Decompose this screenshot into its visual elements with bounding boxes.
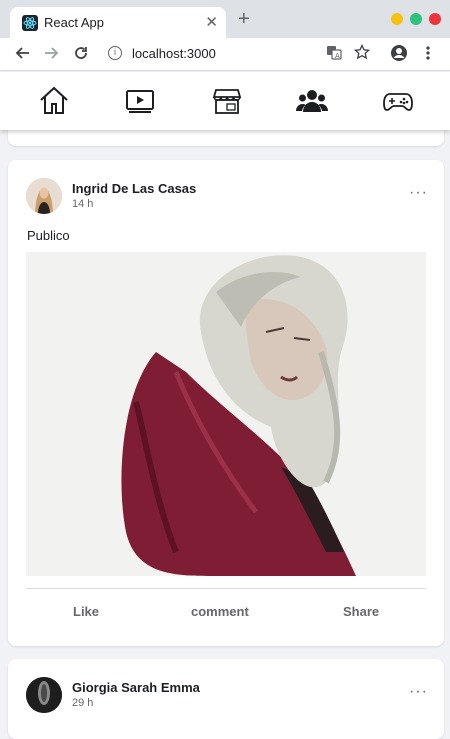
post-card: Ingrid De Las Casas 14 h ··· Publico Lik… xyxy=(8,160,444,646)
post-timestamp[interactable]: 14 h xyxy=(72,198,93,210)
reload-icon[interactable] xyxy=(72,44,90,68)
previous-post-card-bottom xyxy=(8,130,444,146)
app-top-nav xyxy=(0,72,450,130)
browser-menu-icon[interactable] xyxy=(424,44,432,68)
gaming-controller-icon xyxy=(383,93,413,111)
bookmark-star-icon[interactable] xyxy=(353,43,371,66)
site-info-icon[interactable]: i xyxy=(108,46,122,60)
post-author-name[interactable]: Giorgia Sarah Emma xyxy=(72,680,200,695)
forward-arrow-icon[interactable] xyxy=(42,44,60,68)
post-divider xyxy=(26,588,426,589)
browser-toolbar: i localhost:3000 A xyxy=(0,38,450,71)
avatar[interactable] xyxy=(26,178,62,214)
post-photo[interactable] xyxy=(26,252,426,576)
post-text: Publico xyxy=(27,228,70,243)
window-maximize-button[interactable] xyxy=(410,13,422,25)
share-button[interactable]: Share xyxy=(343,604,379,619)
nav-home[interactable] xyxy=(38,85,70,117)
translate-icon[interactable]: A xyxy=(326,44,342,66)
svg-text:A: A xyxy=(335,52,340,60)
address-bar[interactable]: localhost:3000 xyxy=(132,46,216,61)
watch-video-icon xyxy=(126,90,154,113)
react-favicon-icon xyxy=(22,15,38,31)
profile-avatar-icon[interactable] xyxy=(390,44,408,68)
window-close-button[interactable] xyxy=(429,13,441,25)
back-arrow-icon[interactable] xyxy=(14,44,32,68)
home-icon xyxy=(40,86,68,114)
comment-button[interactable]: comment xyxy=(191,604,249,619)
browser-tab-bar: React App ✕ + xyxy=(0,0,450,38)
nav-groups[interactable] xyxy=(296,85,328,117)
groups-people-icon xyxy=(296,90,328,112)
post-timestamp[interactable]: 29 h xyxy=(72,697,93,709)
browser-tab[interactable]: React App ✕ xyxy=(10,7,226,38)
tab-close-icon[interactable]: ✕ xyxy=(205,13,218,31)
post-more-options-icon[interactable]: ··· xyxy=(409,683,428,701)
like-button[interactable]: Like xyxy=(73,604,99,619)
avatar[interactable] xyxy=(26,677,62,713)
nav-marketplace[interactable] xyxy=(211,85,243,117)
marketplace-store-icon xyxy=(212,89,242,114)
post-card: Giorgia Sarah Emma 29 h ··· xyxy=(8,659,444,739)
tab-title: React App xyxy=(44,15,104,30)
nav-gaming[interactable] xyxy=(382,85,414,117)
nav-watch[interactable] xyxy=(124,85,156,117)
new-tab-button[interactable]: + xyxy=(238,9,250,29)
window-minimize-button[interactable] xyxy=(391,13,403,25)
post-author-name[interactable]: Ingrid De Las Casas xyxy=(72,181,196,196)
post-more-options-icon[interactable]: ··· xyxy=(409,184,428,202)
